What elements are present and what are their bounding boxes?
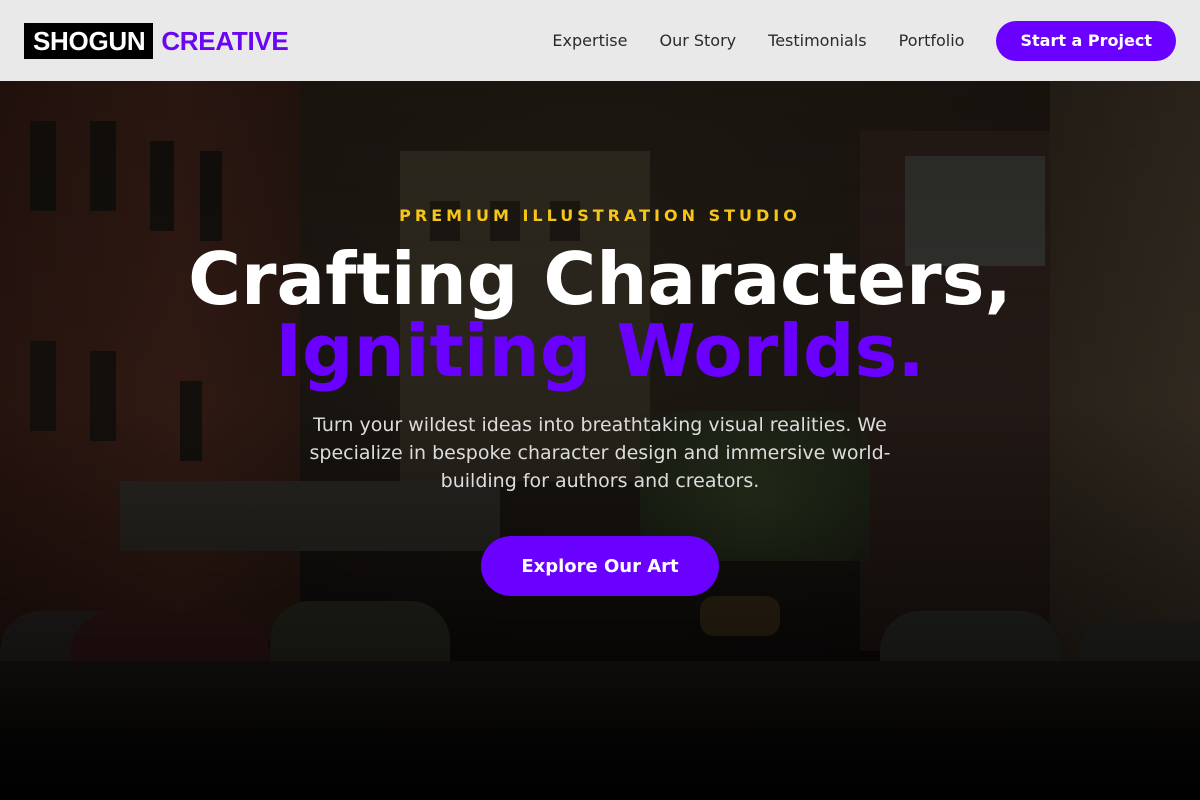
- site-header: SHOGUN CREATIVE Expertise Our Story Test…: [0, 0, 1200, 81]
- start-project-button[interactable]: Start a Project: [996, 20, 1176, 61]
- hero-description: Turn your wildest ideas into breathtakin…: [309, 414, 891, 492]
- nav-link-testimonials[interactable]: Testimonials: [768, 31, 867, 50]
- hero-title-line2: Igniting Worlds.: [275, 309, 925, 393]
- main-nav: Expertise Our Story Testimonials Portfol…: [552, 20, 1176, 61]
- hero-section: PREMIUM ILLUSTRATION STUDIO Crafting Cha…: [0, 81, 1200, 800]
- nav-link-portfolio[interactable]: Portfolio: [899, 31, 965, 50]
- brand-logo[interactable]: SHOGUN CREATIVE: [24, 22, 289, 59]
- explore-art-button[interactable]: Explore Our Art: [481, 536, 719, 596]
- hero-title-line1: Crafting Characters,: [188, 237, 1012, 321]
- brand-name-accent: CREATIVE: [161, 25, 289, 56]
- nav-link-our-story[interactable]: Our Story: [659, 31, 736, 50]
- nav-link-expertise[interactable]: Expertise: [552, 31, 627, 50]
- hero-eyebrow: PREMIUM ILLUSTRATION STUDIO: [399, 206, 801, 225]
- brand-name-primary: SHOGUN: [24, 22, 154, 59]
